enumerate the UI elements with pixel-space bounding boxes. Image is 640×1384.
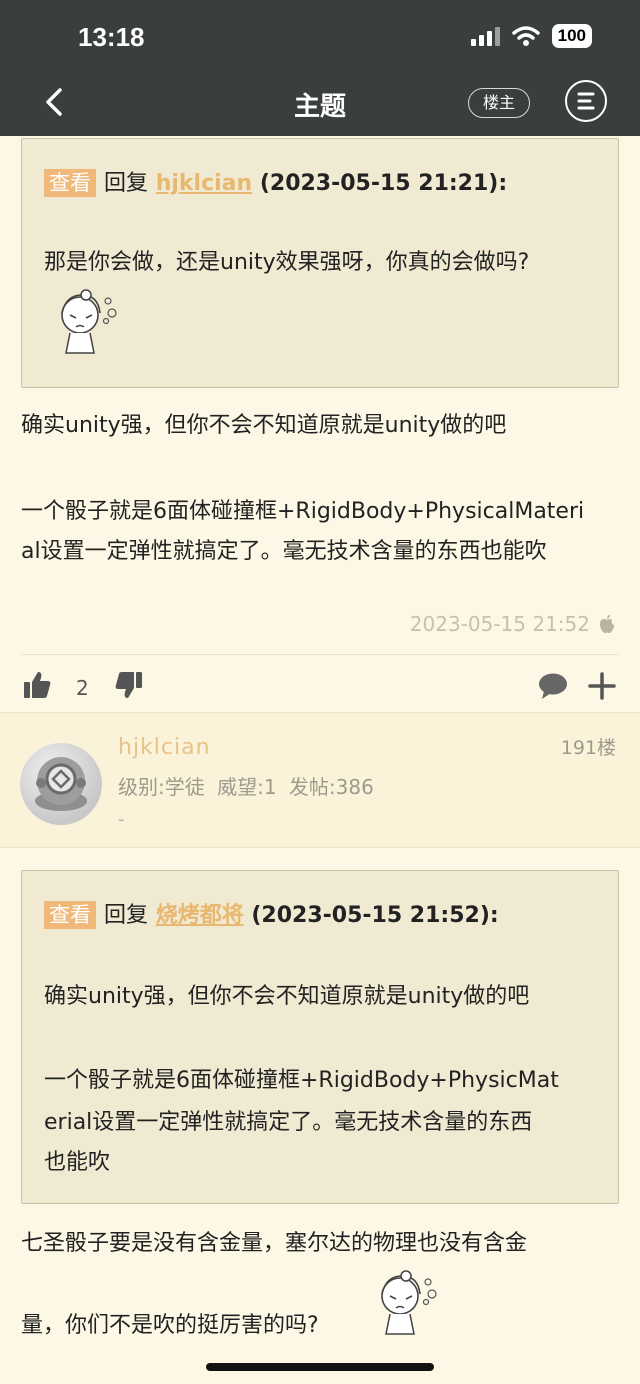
post-username[interactable]: hjklcian [118,735,211,760]
post-paragraph-line: 量，你们不是吹的挺厉害的吗? [21,1313,319,1338]
post-user-header: hjklcian 级别:学徒 威望:1 发帖:386 - 191楼 [0,712,640,848]
quote-text: 一个骰子就是6面体碰撞框+RigidBody+PhysicMat [44,1068,559,1093]
quote-box: 查看 回复 烧烤都将 (2023-05-15 21:52): 确实unity强，但… [21,870,619,1204]
sticker-image [61,289,117,354]
thumbs-down-icon[interactable] [114,670,144,700]
sticker-image [381,1270,437,1335]
quote-datetime: (2023-05-15 21:52): [251,903,499,928]
post-actions: 2 [0,668,640,708]
avatar[interactable] [20,743,102,825]
status-icons: 100 [470,24,592,48]
wifi-icon [511,26,540,46]
quote-datetime: (2023-05-15 21:21): [259,171,508,196]
quote-header: 查看 回复 hjklcian (2023-05-15 21:21): [44,165,507,197]
user-stats: 级别:学徒 威望:1 发帖:386 [118,775,374,799]
post-timestamp: 2023-05-15 21:52 [409,612,590,636]
apple-icon [600,614,614,633]
reply-label: 回复 [104,903,149,928]
add-icon[interactable] [588,672,616,700]
comment-icon[interactable] [538,672,568,700]
menu-button[interactable] [565,80,607,122]
quote-text: 确实unity强，但你不会不知道原就是unity做的吧 [44,984,530,1009]
home-indicator [206,1363,434,1371]
floor-number: 191楼 [560,737,616,759]
divider [21,654,619,655]
post-paragraph: 确实unity强，但你不会不知道原就是unity做的吧 [21,413,507,438]
quote-text: 也能吹 [44,1150,111,1175]
post-paragraph-line: 一个骰子就是6面体碰撞框+RigidBody+PhysicalMateri [21,499,585,524]
quoted-user-link[interactable]: 烧烤都将 [156,903,244,928]
signal-icon [470,26,500,46]
post-paragraph-line: al设置一定弹性就搞定了。毫无技术含量的东西也能吹 [21,539,547,564]
quote-header: 查看 回复 烧烤都将 (2023-05-15 21:52): [44,897,499,929]
view-tag[interactable]: 查看 [44,901,96,929]
quote-text: erial设置一定弹性就搞定了。毫无技术含量的东西 [44,1110,533,1135]
quoted-user-link[interactable]: hjklcian [156,171,252,196]
post-meta: 2023-05-15 21:52 [410,612,616,636]
user-signature: - [118,809,125,830]
diving-helmet-icon [35,757,87,811]
post-paragraph-line: 七圣骰子要是没有含金量，塞尔达的物理也没有含金 [21,1231,528,1256]
quote-text: 那是你会做，还是unity效果强呀，你真的会做吗? [44,250,530,275]
thumbs-up-icon[interactable] [22,670,52,700]
battery-icon: 100 [551,24,592,48]
author-only-button[interactable]: 楼主 [468,88,530,118]
view-tag[interactable]: 查看 [44,169,96,197]
like-count: 2 [76,676,89,700]
menu-icon [577,92,595,110]
quote-box: 查看 回复 hjklcian (2023-05-15 21:21): 那是你会做，… [21,138,619,388]
page-title: 主题 [293,92,346,122]
reply-label: 回复 [104,171,149,196]
top-bar: 13:18 100 主题 楼主 [0,0,640,136]
status-time: 13:18 [78,22,145,52]
